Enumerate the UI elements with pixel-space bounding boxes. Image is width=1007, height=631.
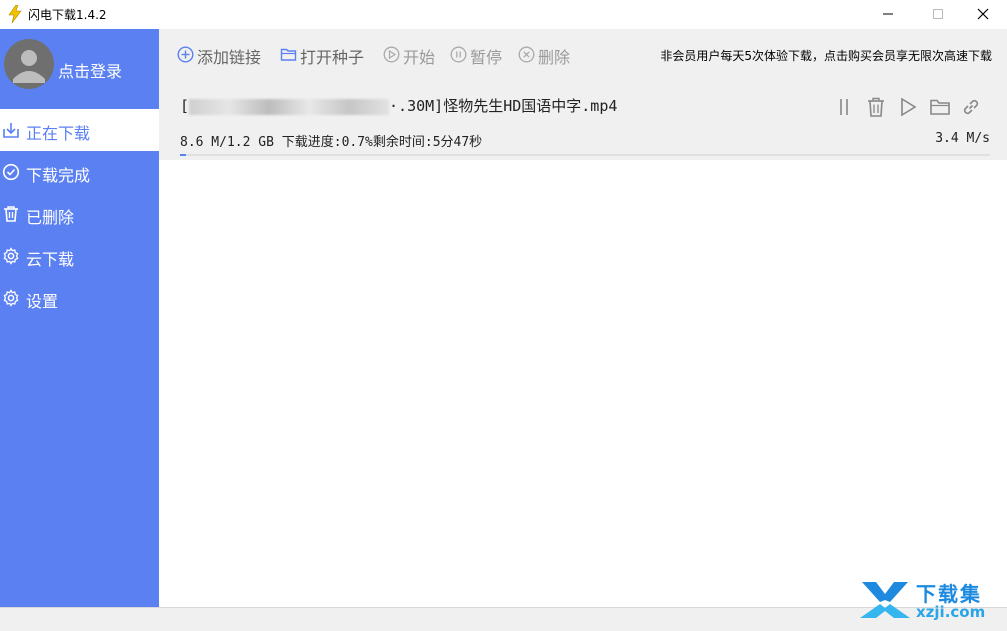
delete-button[interactable]: 删除	[518, 44, 576, 67]
sidebar-item-downloading[interactable]: 正在下载	[0, 109, 159, 151]
task-speed: 3.4 M/s	[935, 131, 990, 146]
link-icon[interactable]	[960, 96, 982, 118]
open-torrent-button[interactable]: 打开种子	[280, 44, 372, 67]
minimize-button[interactable]	[866, 0, 912, 29]
open-torrent-label: 打开种子	[300, 48, 365, 67]
play-circle-icon	[383, 46, 400, 63]
add-link-button[interactable]: 添加链接	[177, 44, 269, 67]
lightning-icon	[8, 5, 22, 23]
blurred-text	[189, 98, 390, 115]
gear-icon	[3, 289, 19, 307]
maximize-icon	[933, 9, 943, 19]
sidebar-item-label: 已删除	[26, 208, 75, 227]
user-icon	[13, 50, 45, 83]
pause-button[interactable]: 暂停	[450, 44, 508, 67]
status-bar	[0, 607, 1007, 631]
check-circle-icon	[2, 163, 20, 181]
watermark: 下载集 xzji.com	[858, 578, 998, 624]
trash-icon	[4, 206, 18, 222]
close-circle-icon	[518, 46, 535, 63]
folder-icon	[280, 48, 297, 61]
task-filename: [ ·.30M]怪物先生HD国语中字.mp4	[180, 95, 617, 116]
download-icon	[3, 123, 19, 138]
task-filename-partial: ·.30M]	[389, 97, 444, 115]
vip-notice-link[interactable]: 非会员用户每天5次体验下载，点击购买会员享无限次高速下载	[660, 47, 992, 64]
minimize-icon	[883, 13, 893, 15]
sidebar-item-deleted[interactable]: 已删除	[0, 193, 159, 235]
sidebar-item-label: 云下载	[26, 250, 75, 269]
title-bar: 闪电下载1.4.2	[0, 0, 1007, 29]
login-link[interactable]: 点击登录	[58, 58, 122, 82]
gear-icon	[3, 247, 19, 265]
toolbar: 添加链接 打开种子 开始 暂停 删除 非会员用户每天5次体验下载，点击购买会员享…	[159, 29, 1007, 80]
avatar[interactable]	[4, 39, 54, 89]
watermark-url: xzji.com	[916, 603, 986, 621]
sidebar-item-completed[interactable]: 下载完成	[0, 151, 159, 193]
sidebar-item-label: 正在下载	[26, 124, 91, 143]
trash-icon[interactable]	[865, 96, 887, 118]
watermark-logo-icon	[860, 582, 910, 618]
pause-label: 暂停	[470, 48, 503, 67]
play-icon[interactable]	[897, 96, 919, 118]
window-title: 闪电下载1.4.2	[28, 8, 107, 22]
progress-fill	[180, 154, 186, 156]
task-stats: 8.6 M/1.2 GB 下载进度:0.7%剩余时间:5分47秒	[180, 135, 483, 150]
start-button[interactable]: 开始	[383, 44, 441, 67]
plus-circle-icon	[177, 46, 194, 63]
sidebar-item-label: 下载完成	[26, 166, 91, 185]
sidebar-item-label: 设置	[26, 292, 59, 311]
close-icon	[977, 8, 989, 20]
pause-circle-icon	[450, 46, 467, 63]
pause-icon[interactable]	[833, 96, 855, 118]
maximize-button[interactable]	[916, 0, 962, 29]
add-link-label: 添加链接	[197, 48, 262, 67]
sidebar-item-cloud-download[interactable]: 云下载	[0, 235, 159, 277]
progress-bar	[180, 154, 990, 156]
task-actions	[833, 96, 983, 118]
task-filename-suffix: 怪物先生HD国语中字.mp4	[443, 97, 618, 115]
download-list: [ ·.30M]怪物先生HD国语中字.mp4 8.6 M/1.2 GB 下载进度:…	[159, 80, 1007, 607]
close-button[interactable]	[961, 0, 1007, 29]
task-filename-prefix: [	[180, 97, 190, 115]
folder-icon[interactable]	[929, 96, 951, 118]
list-item[interactable]: [ ·.30M]怪物先生HD国语中字.mp4 8.6 M/1.2 GB 下载进度:…	[159, 80, 1007, 160]
start-label: 开始	[403, 48, 436, 67]
sidebar: 点击登录 正在下载 下载完成 已删除 云下载 设置	[0, 29, 159, 607]
sidebar-item-settings[interactable]: 设置	[0, 277, 159, 319]
delete-label: 删除	[538, 48, 571, 67]
